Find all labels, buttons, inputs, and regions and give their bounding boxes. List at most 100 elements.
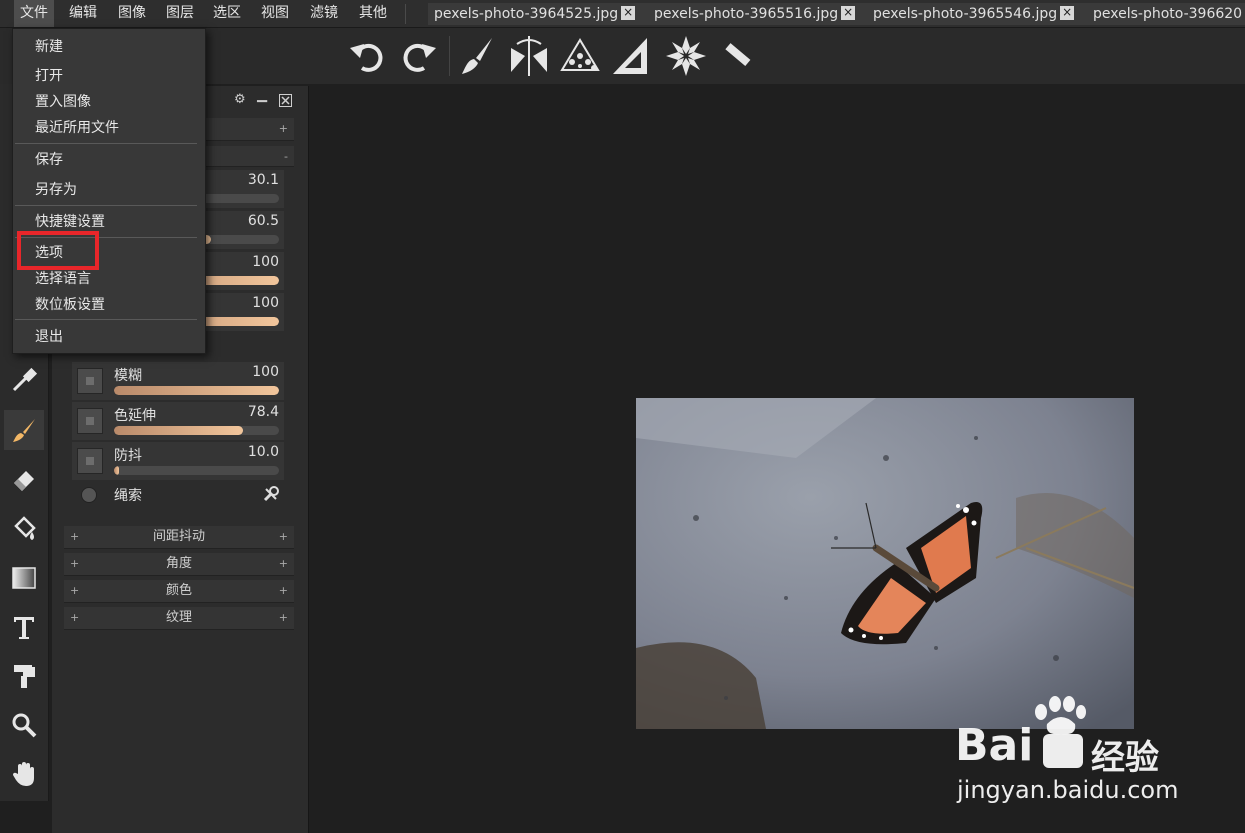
- menu-layer[interactable]: 图层: [160, 0, 200, 27]
- close-icon[interactable]: [279, 94, 292, 107]
- expand-icon: +: [278, 530, 288, 543]
- menu-item-tablet-settings[interactable]: 数位板设置: [35, 295, 105, 315]
- menu-other[interactable]: 其他: [353, 0, 393, 27]
- brush-param-stabilizer[interactable]: 防抖 10.0: [72, 442, 284, 480]
- brush-tool[interactable]: [4, 410, 44, 450]
- param-slider[interactable]: [114, 466, 279, 475]
- param-checkbox[interactable]: [77, 408, 103, 434]
- menu-view[interactable]: 视图: [255, 0, 295, 27]
- param-slider[interactable]: [114, 386, 279, 395]
- section-title: 纹理: [165, 610, 192, 625]
- menu-divider: [15, 143, 197, 144]
- param-label: 防抖: [114, 448, 142, 464]
- param-label: 色延伸: [114, 408, 156, 424]
- menu-item-place-image[interactable]: 置入图像: [35, 92, 91, 112]
- eyedropper-tool[interactable]: [4, 360, 44, 400]
- lasso-radio[interactable]: [81, 487, 97, 503]
- document-tab[interactable]: pexels-photo-3965546.jpg ×: [867, 3, 1090, 25]
- zoom-icon: [12, 713, 37, 738]
- expand-icon: +: [278, 611, 288, 624]
- text-tool[interactable]: [4, 607, 44, 647]
- menu-item-save[interactable]: 保存: [35, 150, 63, 170]
- menu-filter[interactable]: 滤镜: [304, 0, 344, 27]
- menu-item-save-as[interactable]: 另存为: [35, 180, 77, 200]
- document-tab[interactable]: pexels-photo-396620: [1087, 3, 1245, 25]
- menu-file[interactable]: 文件: [14, 0, 54, 27]
- tab-close-icon[interactable]: ×: [1060, 6, 1075, 20]
- menu-item-exit[interactable]: 退出: [35, 327, 63, 347]
- menu-edit[interactable]: 编辑: [63, 0, 103, 27]
- canvas-image: [636, 398, 1134, 729]
- param-slider[interactable]: [114, 426, 279, 435]
- section-angle[interactable]: + 角度 +: [64, 553, 294, 576]
- mirror-icon[interactable]: [507, 34, 551, 78]
- section-texture[interactable]: + 纹理 +: [64, 607, 294, 630]
- file-menu-dropdown: 新建 打开 置入图像 最近所用文件 保存 另存为 快捷键设置 选项 选择语言 数…: [12, 28, 206, 354]
- param-value: 78.4: [247, 404, 279, 420]
- param-checkbox[interactable]: [77, 368, 103, 394]
- kaleidoscope-icon[interactable]: [664, 34, 708, 78]
- menu-divider: [15, 319, 197, 320]
- menu-select[interactable]: 选区: [207, 0, 247, 27]
- menu-item-language[interactable]: 选择语言: [35, 269, 91, 289]
- set-square-icon[interactable]: [609, 34, 653, 78]
- document-tab[interactable]: pexels-photo-3964525.jpg ×: [428, 3, 652, 25]
- baidu-jingyan-watermark: Bai 经验 jingyan.baidu.com: [945, 696, 1205, 806]
- section-title: 间距抖动: [152, 529, 205, 544]
- menu-item-recent-files[interactable]: 最近所用文件: [35, 118, 119, 138]
- tab-label: pexels-photo-3965546.jpg: [873, 6, 1058, 22]
- ruler-icon[interactable]: [716, 34, 760, 78]
- expand-icon: +: [278, 584, 288, 597]
- expand-icon: +: [278, 557, 288, 570]
- spray-particles-icon[interactable]: [558, 34, 602, 78]
- text-icon: [14, 617, 34, 639]
- gradient-icon: [12, 567, 36, 589]
- brush-tool-icon[interactable]: [456, 34, 500, 78]
- undo-icon[interactable]: [346, 34, 390, 78]
- annotation-highlight-box: [17, 231, 99, 270]
- param-value: 30.1: [247, 172, 279, 188]
- tab-label: pexels-photo-3964525.jpg: [434, 6, 619, 22]
- param-value: 100: [252, 364, 279, 380]
- redo-icon[interactable]: [396, 34, 440, 78]
- param-value: 100: [252, 295, 279, 311]
- paint-bucket-tool[interactable]: [4, 508, 44, 548]
- collapse-icon: -: [284, 150, 288, 163]
- watermark-suffix: 经验: [1091, 738, 1159, 778]
- section-title: 颜色: [165, 583, 192, 598]
- minimize-icon[interactable]: ▁: [257, 88, 267, 103]
- paint-bucket-icon: [14, 516, 36, 540]
- tab-close-icon[interactable]: ×: [841, 6, 856, 20]
- clone-stamp-tool[interactable]: [4, 656, 44, 696]
- param-checkbox[interactable]: [77, 448, 103, 474]
- param-value: 60.5: [247, 213, 279, 229]
- menu-item-open[interactable]: 打开: [35, 66, 63, 86]
- watermark-du-icon: [1043, 734, 1083, 768]
- menu-item-shortcuts[interactable]: 快捷键设置: [35, 212, 105, 232]
- param-value: 10.0: [247, 444, 279, 460]
- wrench-icon[interactable]: [262, 485, 280, 503]
- document-tab[interactable]: pexels-photo-3965516.jpg ×: [648, 3, 869, 25]
- hand-tool[interactable]: [4, 754, 44, 794]
- menu-divider: [15, 205, 197, 206]
- toolbar-divider: [449, 36, 450, 76]
- lasso-label: 绳索: [114, 488, 142, 504]
- brush-param-color-extend[interactable]: 色延伸 78.4: [72, 402, 284, 440]
- zoom-tool[interactable]: [4, 705, 44, 745]
- menu-item-new[interactable]: 新建: [35, 37, 63, 57]
- eraser-tool[interactable]: [4, 459, 44, 499]
- menu-image[interactable]: 图像: [112, 0, 152, 27]
- gradient-tool[interactable]: [4, 558, 44, 598]
- section-color[interactable]: + 颜色 +: [64, 580, 294, 603]
- tab-label: pexels-photo-3965516.jpg: [654, 6, 839, 22]
- section-spacing-jitter[interactable]: + 间距抖动 +: [64, 526, 294, 549]
- eraser-icon: [14, 471, 34, 491]
- param-value: 100: [252, 254, 279, 270]
- clone-stamp-icon: [14, 665, 35, 688]
- gear-icon[interactable]: ⚙: [234, 92, 246, 107]
- tab-close-icon[interactable]: ×: [621, 6, 636, 20]
- eyedropper-icon: [12, 367, 38, 392]
- param-label: 模糊: [114, 368, 142, 384]
- brush-param-blur[interactable]: 模糊 100: [72, 362, 284, 400]
- menu-bar: 文件 编辑 图像 图层 选区 视图 滤镜 其他 pexels-photo-396…: [0, 0, 1245, 28]
